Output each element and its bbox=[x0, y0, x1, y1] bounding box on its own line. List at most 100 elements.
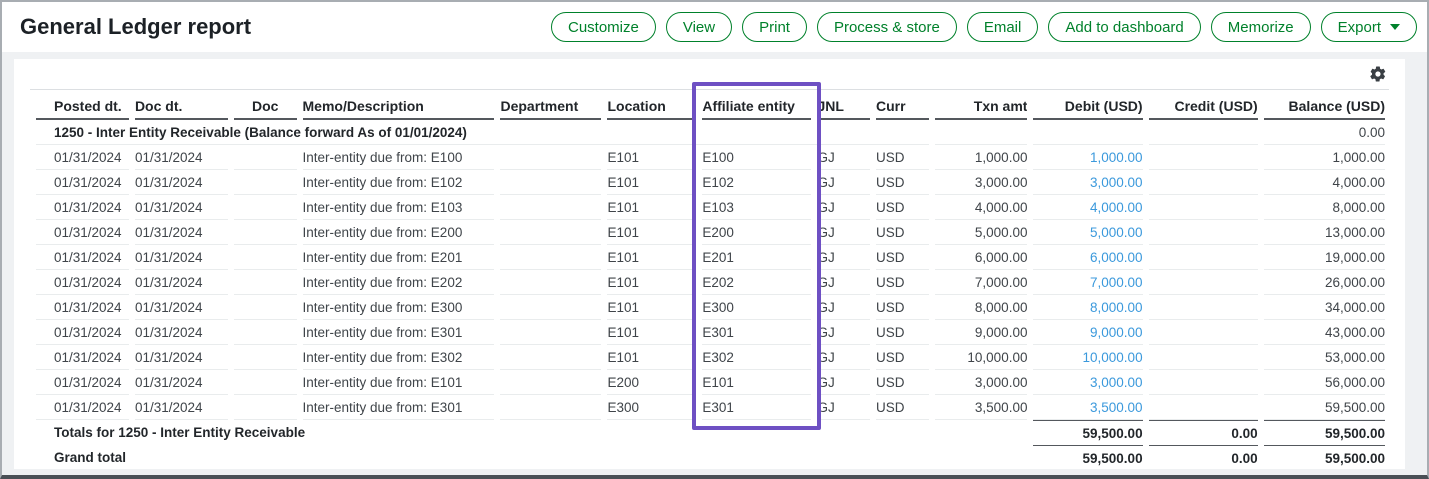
cell-affiliate-entity: E301 bbox=[702, 395, 811, 420]
cell-currency: USD bbox=[876, 370, 929, 395]
export-button[interactable]: Export bbox=[1321, 12, 1417, 42]
cell-jnl: GJ bbox=[817, 270, 870, 295]
grand-total-balance: 59,500.00 bbox=[1264, 445, 1385, 470]
cell-empty bbox=[935, 445, 1028, 470]
cell-affiliate-entity: E100 bbox=[702, 145, 811, 170]
table-row: 01/31/2024 01/31/2024 Inter-entity due f… bbox=[36, 370, 1385, 395]
caret-down-icon bbox=[1390, 24, 1400, 30]
cell-debit-link[interactable]: 3,000.00 bbox=[1033, 370, 1142, 395]
cell-jnl: GJ bbox=[817, 345, 870, 370]
cell-affiliate-entity: E200 bbox=[702, 220, 811, 245]
table-row: 01/31/2024 01/31/2024 Inter-entity due f… bbox=[36, 320, 1385, 345]
cell-debit-link[interactable]: 7,000.00 bbox=[1033, 270, 1142, 295]
cell-txn-amount: 5,000.00 bbox=[935, 220, 1028, 245]
cell-txn-amount: 6,000.00 bbox=[935, 245, 1028, 270]
table-row: 01/31/2024 01/31/2024 Inter-entity due f… bbox=[36, 395, 1385, 420]
table-row: 01/31/2024 01/31/2024 Inter-entity due f… bbox=[36, 295, 1385, 320]
process-store-button[interactable]: Process & store bbox=[817, 12, 957, 42]
cell-posted-date: 01/31/2024 bbox=[36, 270, 129, 295]
balance-forward-section: 1250 - Inter Entity Receivable (Balance … bbox=[36, 120, 1385, 145]
cell-posted-date: 01/31/2024 bbox=[36, 395, 129, 420]
cell-location: E101 bbox=[607, 295, 696, 320]
cell-affiliate-entity: E102 bbox=[702, 170, 811, 195]
cell-credit bbox=[1149, 395, 1258, 420]
cell-doc-date: 01/31/2024 bbox=[135, 195, 228, 220]
cell-posted-date: 01/31/2024 bbox=[36, 295, 129, 320]
cell-debit-link[interactable]: 5,000.00 bbox=[1033, 220, 1142, 245]
gear-icon[interactable] bbox=[1369, 65, 1387, 83]
cell-balance: 8,000.00 bbox=[1264, 195, 1385, 220]
grand-total-row: Grand total 59,500.00 0.00 59,500.00 bbox=[36, 445, 1385, 470]
cell-department bbox=[500, 320, 601, 345]
cell-doc-date: 01/31/2024 bbox=[135, 220, 228, 245]
cell-debit-link[interactable]: 10,000.00 bbox=[1033, 345, 1142, 370]
cell-balance: 4,000.00 bbox=[1264, 170, 1385, 195]
cell-location: E101 bbox=[607, 170, 696, 195]
cell-currency: USD bbox=[876, 320, 929, 345]
view-button[interactable]: View bbox=[666, 12, 732, 42]
cell-txn-amount: 8,000.00 bbox=[935, 295, 1028, 320]
cell-posted-date: 01/31/2024 bbox=[36, 145, 129, 170]
grand-total-debit: 59,500.00 bbox=[1033, 445, 1142, 470]
cell-memo: Inter-entity due from: E302 bbox=[303, 345, 495, 370]
balance-forward-row: 1250 - Inter Entity Receivable (Balance … bbox=[36, 120, 1385, 145]
cell-credit bbox=[1149, 245, 1258, 270]
cell-doc bbox=[234, 395, 297, 420]
cell-balance: 1,000.00 bbox=[1264, 145, 1385, 170]
cell-jnl: GJ bbox=[817, 370, 870, 395]
cell-credit bbox=[1149, 195, 1258, 220]
table-row: 01/31/2024 01/31/2024 Inter-entity due f… bbox=[36, 345, 1385, 370]
header-row: Posted dt. Doc dt. Doc Memo/Description … bbox=[36, 90, 1385, 120]
add-to-dashboard-button[interactable]: Add to dashboard bbox=[1048, 12, 1200, 42]
cell-currency: USD bbox=[876, 345, 929, 370]
email-button[interactable]: Email bbox=[967, 12, 1039, 42]
cell-balance: 59,500.00 bbox=[1264, 395, 1385, 420]
cell-doc-date: 01/31/2024 bbox=[135, 345, 228, 370]
table-row: 01/31/2024 01/31/2024 Inter-entity due f… bbox=[36, 195, 1385, 220]
cell-credit bbox=[1149, 345, 1258, 370]
table-wrap: Posted dt. Doc dt. Doc Memo/Description … bbox=[14, 90, 1405, 470]
cell-posted-date: 01/31/2024 bbox=[36, 220, 129, 245]
print-button[interactable]: Print bbox=[742, 12, 807, 42]
col-doc: Doc bbox=[234, 90, 297, 120]
cell-doc-date: 01/31/2024 bbox=[135, 370, 228, 395]
cell-memo: Inter-entity due from: E300 bbox=[303, 295, 495, 320]
cell-balance: 53,000.00 bbox=[1264, 345, 1385, 370]
col-affiliate-entity: Affiliate entity bbox=[702, 90, 811, 120]
cell-currency: USD bbox=[876, 270, 929, 295]
col-curr: Curr bbox=[876, 90, 929, 120]
cell-debit-link[interactable]: 9,000.00 bbox=[1033, 320, 1142, 345]
col-debit-usd: Debit (USD) bbox=[1033, 90, 1142, 120]
cell-debit-link[interactable]: 3,000.00 bbox=[1033, 170, 1142, 195]
col-jnl: JNL bbox=[817, 90, 870, 120]
cell-doc bbox=[234, 170, 297, 195]
cell-debit-link[interactable]: 3,500.00 bbox=[1033, 395, 1142, 420]
cell-credit bbox=[1149, 170, 1258, 195]
totals-credit: 0.00 bbox=[1149, 420, 1258, 445]
cell-balance: 13,000.00 bbox=[1264, 220, 1385, 245]
report-panel-toolbar bbox=[30, 59, 1389, 90]
cell-department bbox=[500, 245, 601, 270]
cell-currency: USD bbox=[876, 295, 929, 320]
table-row: 01/31/2024 01/31/2024 Inter-entity due f… bbox=[36, 145, 1385, 170]
cell-doc-date: 01/31/2024 bbox=[135, 145, 228, 170]
cell-jnl: GJ bbox=[817, 395, 870, 420]
memorize-button[interactable]: Memorize bbox=[1211, 12, 1311, 42]
col-doc-dt: Doc dt. bbox=[135, 90, 228, 120]
cell-debit-link[interactable]: 1,000.00 bbox=[1033, 145, 1142, 170]
cell-txn-amount: 4,000.00 bbox=[935, 195, 1028, 220]
cell-affiliate-entity: E201 bbox=[702, 245, 811, 270]
cell-debit-link[interactable]: 8,000.00 bbox=[1033, 295, 1142, 320]
cell-txn-amount: 7,000.00 bbox=[935, 270, 1028, 295]
cell-debit-link[interactable]: 6,000.00 bbox=[1033, 245, 1142, 270]
cell-credit bbox=[1149, 220, 1258, 245]
cell-balance: 19,000.00 bbox=[1264, 245, 1385, 270]
cell-debit-link[interactable]: 4,000.00 bbox=[1033, 195, 1142, 220]
cell-memo: Inter-entity due from: E101 bbox=[303, 370, 495, 395]
cell-doc bbox=[234, 295, 297, 320]
cell-memo: Inter-entity due from: E202 bbox=[303, 270, 495, 295]
cell-department bbox=[500, 395, 601, 420]
customize-button[interactable]: Customize bbox=[551, 12, 656, 42]
cell-jnl: GJ bbox=[817, 170, 870, 195]
cell-location: E101 bbox=[607, 220, 696, 245]
